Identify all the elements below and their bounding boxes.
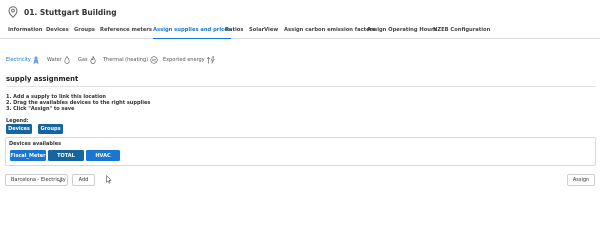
utility-thermal-heating[interactable]: Thermal (heating) bbox=[103, 55, 158, 64]
page-header: 01. Stuttgart Building bbox=[8, 6, 117, 18]
assign-button[interactable]: Assign bbox=[567, 174, 595, 186]
instruction-step-3: 3. Click "Assign" to save bbox=[6, 106, 75, 112]
section-divider bbox=[6, 86, 596, 87]
devices-available-panel: Devices availables Fiscal_Meter TOTAL HV… bbox=[5, 137, 596, 166]
legend-groups-chip: Groups bbox=[38, 124, 63, 134]
map-pin-icon bbox=[8, 6, 18, 18]
add-button[interactable]: Add bbox=[72, 174, 95, 186]
flame-icon bbox=[90, 55, 96, 64]
electricity-tower-icon bbox=[33, 55, 39, 64]
water-drop-icon bbox=[64, 55, 70, 64]
thermal-icon bbox=[150, 55, 158, 64]
group-total[interactable]: TOTAL bbox=[48, 150, 84, 161]
supply-select[interactable]: Barcelona - Electricity bbox=[5, 174, 68, 186]
device-fiscal-meter[interactable]: Fiscal_Meter bbox=[10, 150, 46, 161]
utility-label: Exported energy bbox=[163, 56, 205, 63]
tab-ratios[interactable]: Ratios bbox=[225, 26, 243, 35]
tab-assign-supplies-and-prices[interactable]: Assign supplies and prices bbox=[153, 26, 231, 39]
utility-exported-energy[interactable]: Exported energy bbox=[163, 55, 216, 64]
utility-water[interactable]: Water bbox=[47, 55, 70, 64]
tab-nzeb-configuration[interactable]: NZEB Configuration bbox=[433, 26, 490, 35]
utility-gas[interactable]: Gas bbox=[78, 55, 96, 64]
tab-bar: Information Devices Groups Reference met… bbox=[0, 26, 600, 39]
mouse-pointer-icon bbox=[106, 175, 112, 184]
exported-energy-icon bbox=[206, 55, 215, 64]
device-hvac[interactable]: HVAC bbox=[86, 150, 120, 161]
utility-label: Thermal (heating) bbox=[103, 56, 149, 63]
tab-assign-carbon-emission-factors[interactable]: Assign carbon emission factors bbox=[284, 26, 375, 35]
tab-devices[interactable]: Devices bbox=[46, 26, 69, 35]
tab-reference-meters[interactable]: Reference meters bbox=[100, 26, 152, 35]
utility-label: Gas bbox=[78, 56, 88, 63]
section-title: supply assignment bbox=[6, 75, 79, 83]
devices-available-label: Devices availables bbox=[9, 141, 62, 147]
page-title: 01. Stuttgart Building bbox=[24, 7, 117, 17]
tab-information[interactable]: Information bbox=[8, 26, 42, 35]
tab-solarview[interactable]: SolarView bbox=[249, 26, 278, 35]
legend-devices-chip: Devices bbox=[6, 124, 32, 134]
tab-assign-operating-hours[interactable]: Assign Operating Hours bbox=[367, 26, 437, 35]
utility-label: Water bbox=[47, 56, 62, 63]
utility-electricity[interactable]: Electricity bbox=[6, 55, 39, 64]
tab-groups[interactable]: Groups bbox=[74, 26, 95, 35]
chevron-down-icon bbox=[58, 179, 63, 183]
utility-label: Electricity bbox=[6, 56, 31, 63]
